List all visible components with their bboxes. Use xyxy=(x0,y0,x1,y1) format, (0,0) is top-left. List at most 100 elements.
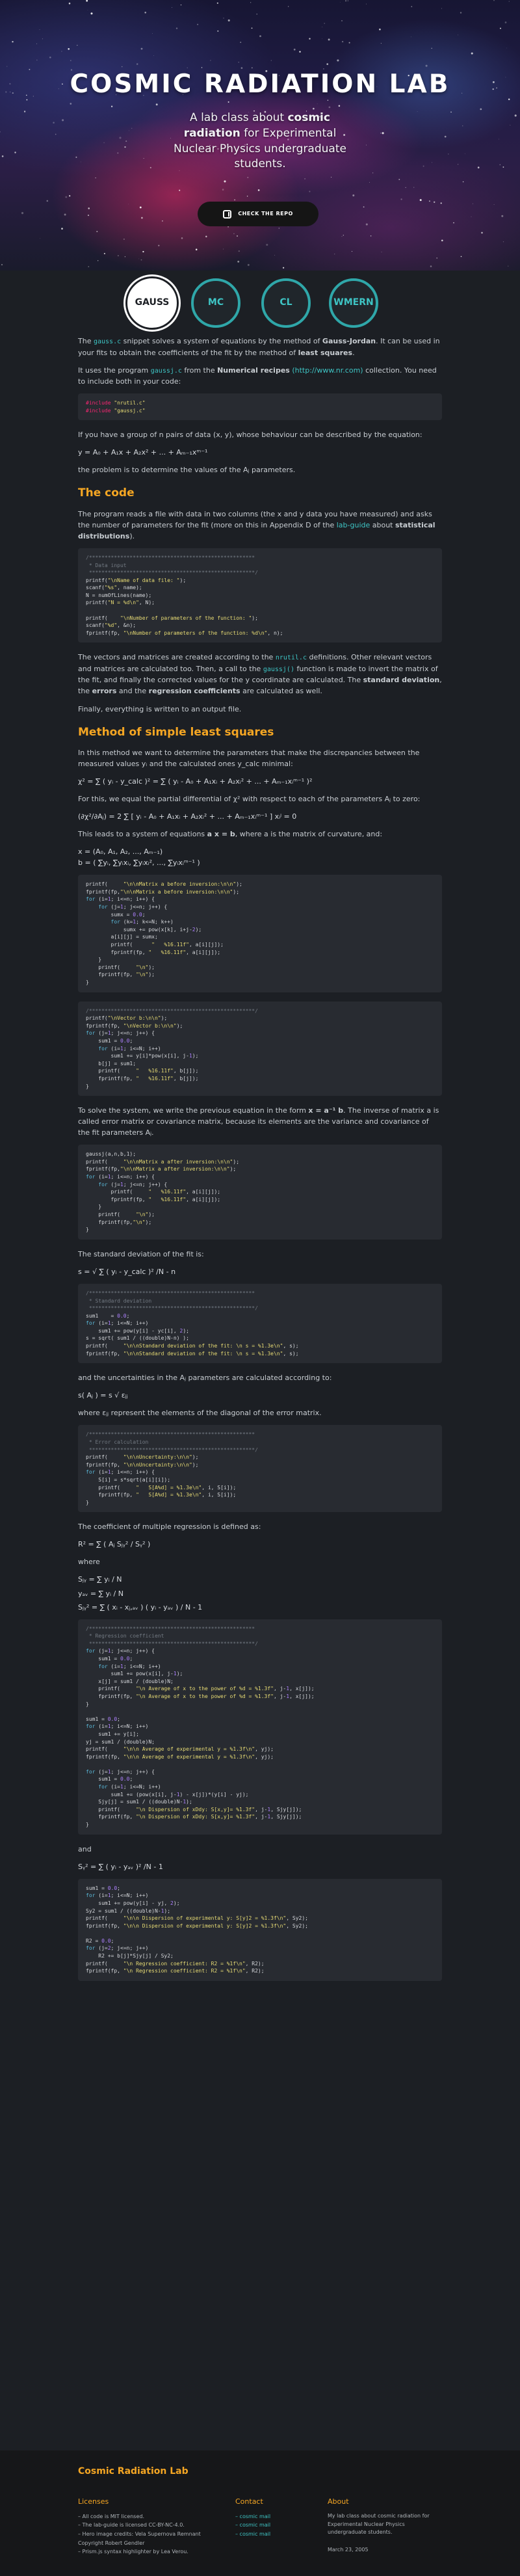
star xyxy=(228,226,229,228)
star xyxy=(62,119,64,122)
star xyxy=(123,238,125,240)
star xyxy=(287,6,289,7)
star xyxy=(365,223,368,226)
star xyxy=(103,142,105,144)
star xyxy=(436,257,438,259)
star xyxy=(250,2,252,3)
about-text: My lab class about cosmic radiation for … xyxy=(328,2512,430,2536)
lab-guide-link[interactable]: lab-guide xyxy=(337,521,370,529)
star xyxy=(139,206,142,209)
star xyxy=(434,201,436,203)
tab-gauss[interactable]: GAUSS xyxy=(127,278,177,328)
star xyxy=(477,166,480,168)
hero-subtitle: A lab class about cosmic radiation for E… xyxy=(174,111,346,171)
star xyxy=(125,140,127,142)
star xyxy=(1,155,4,157)
star xyxy=(341,20,343,21)
star xyxy=(411,6,413,8)
star xyxy=(508,1,510,2)
star xyxy=(251,27,253,29)
star xyxy=(501,215,504,217)
star xyxy=(69,195,71,197)
section-heading-code: The code xyxy=(78,486,135,500)
star xyxy=(480,108,482,111)
star xyxy=(49,56,51,59)
star xyxy=(68,47,70,50)
code-block-includes: #include "nrutil.c" #include "gaussj.c" xyxy=(78,393,442,421)
main-content: The gauss.c snippet solves a system of e… xyxy=(0,336,520,1981)
star xyxy=(462,181,464,183)
star xyxy=(293,48,296,51)
star xyxy=(88,266,90,267)
nr-link[interactable]: (http://www.nr.com) xyxy=(292,366,363,375)
contact-link[interactable]: cosmic mail xyxy=(235,2530,313,2539)
star xyxy=(118,255,119,256)
lsq-paragraph-4: To solve the system, we write the previo… xyxy=(78,1106,439,1137)
star xyxy=(380,43,382,44)
star xyxy=(502,241,504,243)
intro-paragraph-1: The gauss.c snippet solves a system of e… xyxy=(78,337,440,357)
star xyxy=(363,206,365,208)
star xyxy=(309,38,311,40)
vectors-paragraph: The vectors and matrices are created acc… xyxy=(78,653,442,696)
star xyxy=(441,239,443,242)
equation-polynomial: y = A₀ + A₁x + A₂x² + ... + Aₘ₋₁xᵐ⁻¹ xyxy=(78,448,208,457)
lsq-paragraph-3: This leads to a system of equations a x … xyxy=(78,830,383,839)
star xyxy=(493,204,495,206)
star xyxy=(23,111,26,113)
star xyxy=(223,248,224,250)
contact-heading: Contact xyxy=(235,2497,263,2506)
star xyxy=(337,59,339,62)
star xyxy=(162,220,163,222)
star xyxy=(210,60,211,61)
star xyxy=(328,106,331,109)
license-item: Hero image credits: Vela Supernova Remna… xyxy=(78,2530,221,2547)
star xyxy=(46,200,49,202)
licenses-heading: Licenses xyxy=(78,2497,109,2506)
lsq-paragraph-1: In this method we want to determine the … xyxy=(78,748,420,768)
footer-about: About My lab class about cosmic radiatio… xyxy=(328,2496,438,2556)
star xyxy=(222,189,224,191)
star xyxy=(64,213,66,216)
star xyxy=(131,127,133,129)
equation-b-vector: b = ( ∑yᵢ, ∑yᵢxᵢ, ∑yᵢxᵢ², ..., ∑yᵢxᵢᵐ⁻¹ … xyxy=(78,858,200,868)
star xyxy=(1,263,3,266)
star xyxy=(417,111,418,112)
star xyxy=(21,212,24,215)
star xyxy=(181,237,183,239)
code-block-vector-b: /***************************************… xyxy=(78,1001,442,1096)
lsq-paragraph-7: where εⱼⱼ represent the elements of the … xyxy=(78,1409,322,1418)
star xyxy=(341,236,343,237)
star xyxy=(53,122,55,124)
star xyxy=(309,191,311,193)
star xyxy=(313,107,315,110)
lsq-paragraph-10: and xyxy=(78,1844,92,1853)
contact-link[interactable]: cosmic mail xyxy=(235,2521,313,2530)
check-repo-button[interactable]: CHECK THE REPO xyxy=(198,202,318,226)
equation-std-dev: s = √ ∑ ( yᵢ - y_calc )² /N - n xyxy=(78,1267,176,1276)
star xyxy=(450,111,452,113)
star xyxy=(341,40,344,43)
equation-uncertainty: s( Aⱼ ) = s √ εⱼⱼ xyxy=(78,1391,128,1400)
star xyxy=(338,105,341,107)
tab-mc[interactable]: MC xyxy=(191,278,240,328)
tab-cl[interactable]: CL xyxy=(261,278,311,328)
star xyxy=(444,135,447,138)
star xyxy=(493,0,495,1)
equation-x-vector: x = (A₀, A₁, A₂, ..., Aₘ₋₁) xyxy=(78,847,163,856)
star xyxy=(217,30,219,32)
star xyxy=(370,235,372,237)
star xyxy=(96,231,98,232)
contact-link[interactable]: cosmic mail xyxy=(235,2512,313,2521)
star xyxy=(12,40,14,43)
equation-sy2: Sᵧ² = ∑ ( yᵢ - yₐᵥ )² /N - 1 xyxy=(78,1862,163,1871)
star xyxy=(369,181,370,183)
star xyxy=(150,166,151,168)
tab-wmern[interactable]: WMERN xyxy=(329,278,378,328)
star xyxy=(142,250,144,253)
star xyxy=(502,166,504,168)
star xyxy=(398,178,400,180)
star xyxy=(124,146,126,148)
star xyxy=(481,232,483,234)
star xyxy=(141,217,143,219)
